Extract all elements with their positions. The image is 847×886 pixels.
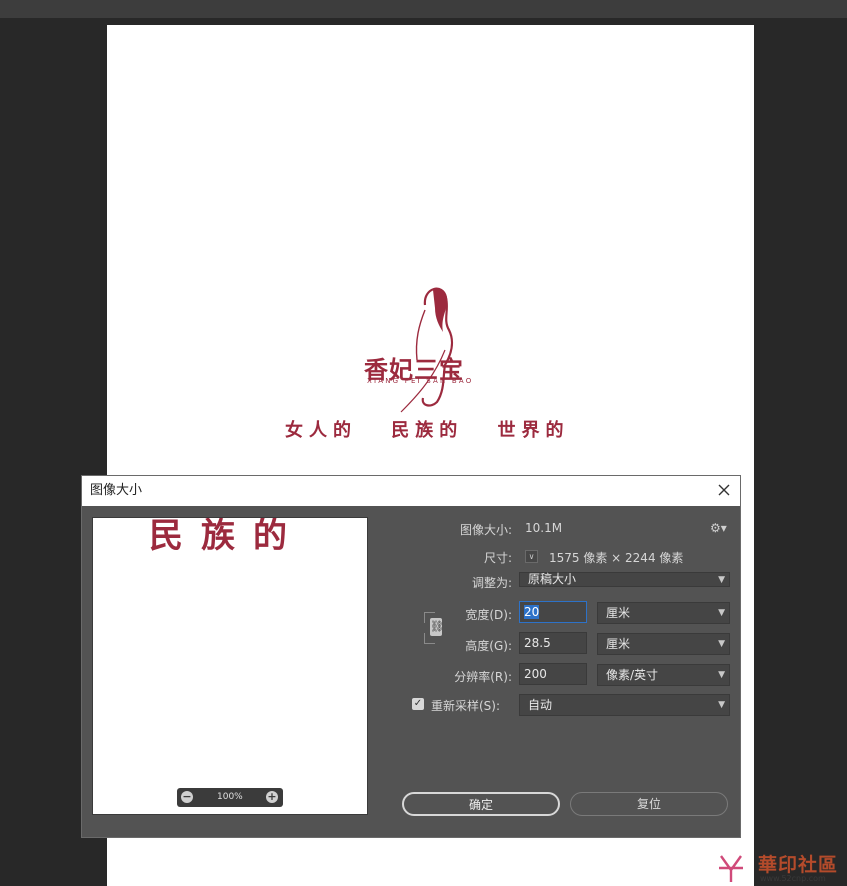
resample-checkbox[interactable]: ✓	[412, 698, 424, 710]
height-unit-select[interactable]: 厘米 ▼	[597, 633, 730, 655]
chevron-down-icon: ▼	[718, 608, 725, 618]
watermark-text: 華印社區	[758, 854, 839, 876]
width-value: 20	[524, 605, 540, 619]
dialog-title: 图像大小	[90, 483, 143, 498]
zoom-control: − 100% +	[177, 788, 283, 807]
fit-to-value: 原稿大小	[528, 572, 577, 586]
width-unit-select[interactable]: 厘米 ▼	[597, 602, 730, 624]
dialog-titlebar[interactable]: 图像大小	[82, 476, 740, 506]
fit-to-label: 调整为:	[471, 576, 512, 590]
zoom-out-icon[interactable]: −	[181, 791, 193, 803]
height-label: 高度(G):	[465, 639, 512, 653]
resolution-value: 200	[524, 667, 547, 681]
resample-value: 自动	[528, 698, 553, 712]
height-input[interactable]: 28.5	[519, 632, 587, 654]
fit-to-select[interactable]: 原稿大小 ▼	[519, 572, 730, 587]
close-icon[interactable]	[716, 482, 732, 498]
logo-figure-icon	[400, 287, 454, 413]
dimensions-dropdown-icon[interactable]: ∨	[525, 550, 538, 563]
image-size-dialog: 图像大小 民族的 − 100% + ⚙▾ 图像大小: 10.1M 尺寸: ∨ 1…	[81, 475, 741, 838]
logo-english-text: XIANG FEI SAN BAO	[367, 377, 474, 385]
resample-select[interactable]: 自动 ▼	[519, 694, 730, 716]
chevron-down-icon: ▼	[718, 575, 725, 585]
watermark-url: www.52cnp.com	[760, 874, 826, 883]
resolution-input[interactable]: 200	[519, 663, 587, 685]
slogan-text: 女人的 民族的 世界的	[285, 420, 570, 441]
gear-icon[interactable]: ⚙▾	[710, 521, 727, 535]
reset-button[interactable]: 复位	[570, 792, 728, 816]
chevron-down-icon: ▼	[718, 639, 725, 649]
preview-image-text: 民族的	[149, 517, 305, 556]
width-unit-value: 厘米	[606, 606, 631, 620]
app-topbar	[0, 0, 847, 18]
image-size-value: 10.1M	[525, 521, 563, 535]
height-value: 28.5	[524, 636, 551, 650]
dimensions-value: 1575 像素 × 2244 像素	[549, 551, 684, 565]
resample-label: 重新采样(S):	[431, 699, 501, 713]
image-size-label: 图像大小:	[459, 523, 512, 537]
chevron-down-icon: ▼	[718, 700, 725, 710]
zoom-in-icon[interactable]: +	[266, 791, 278, 803]
zoom-level: 100%	[217, 792, 243, 802]
height-unit-value: 厘米	[606, 637, 631, 651]
width-input[interactable]: 20	[519, 601, 587, 623]
width-label: 宽度(D):	[465, 608, 512, 622]
ok-button[interactable]: 确定	[402, 792, 560, 816]
resolution-unit-select[interactable]: 像素/英寸 ▼	[597, 664, 730, 686]
image-preview[interactable]: 民族的 − 100% +	[92, 517, 368, 815]
chevron-down-icon: ▼	[718, 670, 725, 680]
dimensions-label: 尺寸:	[483, 551, 512, 565]
resolution-unit-value: 像素/英寸	[606, 668, 659, 682]
resolution-label: 分辨率(R):	[454, 670, 512, 684]
